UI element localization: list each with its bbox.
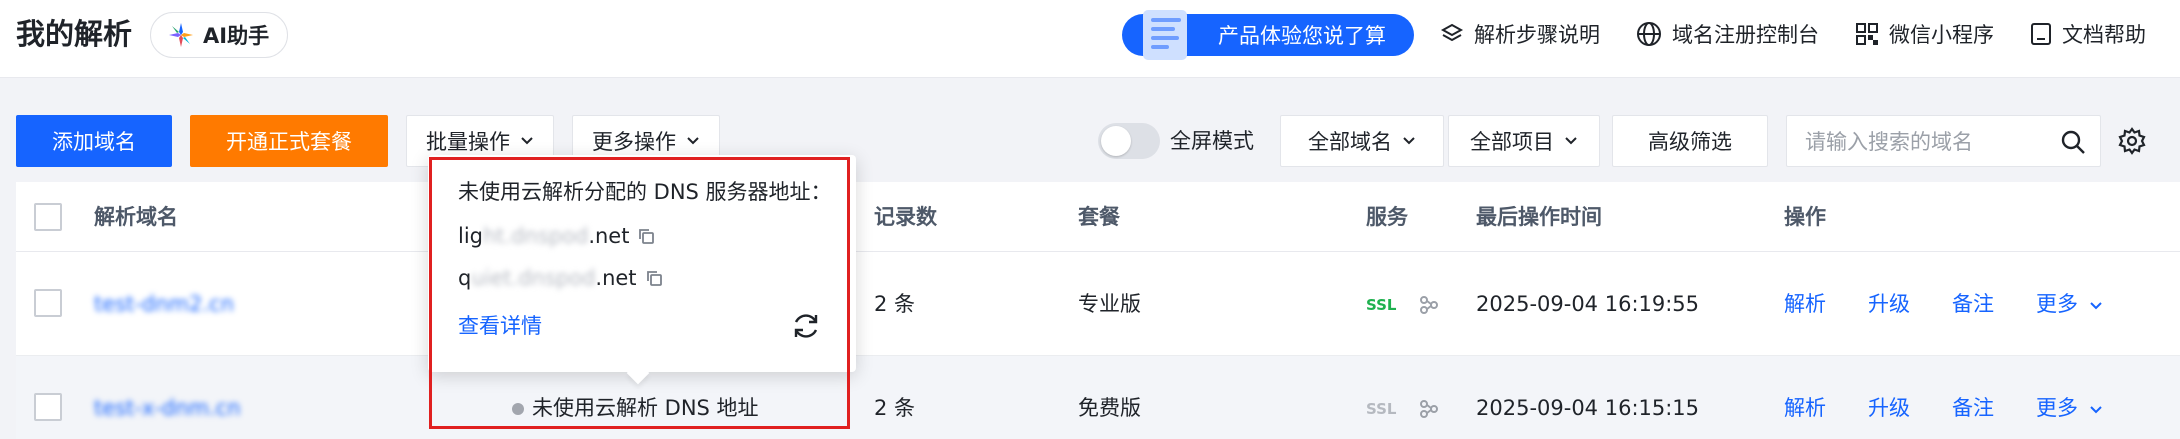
product-experience-button[interactable]: 产品体验您说了算 xyxy=(1122,10,1414,60)
search-icon[interactable] xyxy=(2060,129,2086,155)
chevron-down-icon xyxy=(2089,406,2102,414)
chevron-down-icon xyxy=(1565,137,1577,145)
row-checkbox[interactable] xyxy=(34,289,62,317)
nameserver-1: lig ht.dnspod .net xyxy=(458,221,655,251)
gear-icon[interactable] xyxy=(2117,126,2147,156)
wechat-miniprogram-link[interactable]: 微信小程序 xyxy=(1855,17,1994,51)
column-service: 服务 xyxy=(1366,205,1408,229)
advanced-filter-button[interactable]: 高级筛选 xyxy=(1612,115,1768,167)
domain-table: 解析域名 记录数 套餐 服务 最后操作时间 操作 test-dnm2.cn 2 … xyxy=(16,182,2180,439)
nameserver-1-prefix: lig xyxy=(458,224,483,248)
more-operations-label: 更多操作 xyxy=(592,130,676,154)
column-package: 套餐 xyxy=(1078,205,1120,229)
copy-icon[interactable] xyxy=(637,227,655,245)
table-row: test-x-dnm.cn 未使用云解析 DNS 地址 2 条 免费版 SSL … xyxy=(16,356,2180,439)
record-count: 2 条 xyxy=(874,396,916,420)
ssl-badge[interactable]: SSL xyxy=(1366,296,1397,314)
chevron-down-icon xyxy=(1403,137,1415,145)
all-domains-select[interactable]: 全部域名 xyxy=(1280,115,1444,167)
note-link[interactable]: 备注 xyxy=(1952,289,1994,319)
resolve-link[interactable]: 解析 xyxy=(1784,289,1826,319)
more-actions-label: 更多 xyxy=(2036,396,2078,420)
globe-icon xyxy=(1637,22,1661,46)
row-checkbox[interactable] xyxy=(34,393,62,421)
popover-title: 未使用云解析分配的 DNS 服务器地址： xyxy=(458,180,832,204)
chevron-down-icon xyxy=(2089,302,2102,310)
table-header: 解析域名 记录数 套餐 服务 最后操作时间 操作 xyxy=(16,182,2180,252)
domain-link[interactable]: test-dnm2.cn xyxy=(94,289,234,319)
fullscreen-toggle[interactable] xyxy=(1098,123,1160,159)
toggle-knob xyxy=(1101,126,1131,156)
open-package-button[interactable]: 开通正式套餐 xyxy=(190,115,388,167)
document-icon xyxy=(2031,23,2051,45)
all-projects-select[interactable]: 全部项目 xyxy=(1448,115,1600,167)
feedback-document-icon xyxy=(1143,10,1187,60)
dns-status: 未使用云解析 DNS 地址 xyxy=(512,393,759,423)
nameserver-1-suffix: .net xyxy=(588,224,630,248)
ai-sparkle-icon xyxy=(169,23,193,47)
domain-link[interactable]: test-x-dnm.cn xyxy=(94,393,241,423)
package-name: 免费版 xyxy=(1078,396,1141,420)
top-header: 我的解析 AI助手 产品体验您说了算 解析步骤说明 域名注册控制台 微信小程序 … xyxy=(0,0,2180,78)
column-last-time: 最后操作时间 xyxy=(1476,205,1602,229)
qrcode-icon xyxy=(1856,23,1878,45)
resolve-link[interactable]: 解析 xyxy=(1784,393,1826,423)
status-dot-icon xyxy=(512,403,524,415)
dns-steps-link[interactable]: 解析步骤说明 xyxy=(1440,17,1600,51)
fullscreen-label: 全屏模式 xyxy=(1170,129,1254,153)
package-name: 专业版 xyxy=(1078,292,1141,316)
view-details-link[interactable]: 查看详情 xyxy=(458,311,542,341)
ai-assistant-button[interactable]: AI助手 xyxy=(150,12,288,58)
nameserver-2-suffix: .net xyxy=(595,266,637,290)
column-records: 记录数 xyxy=(874,205,937,229)
layers-icon xyxy=(1440,23,1464,42)
refresh-icon[interactable] xyxy=(790,310,822,342)
table-row: test-dnm2.cn 2 条 专业版 SSL 2025-09-04 16:1… xyxy=(16,252,2180,356)
all-domains-label: 全部域名 xyxy=(1308,130,1392,154)
dns-server-popover: 未使用云解析分配的 DNS 服务器地址： lig ht.dnspod .net qu… xyxy=(428,155,856,372)
link-service-icon[interactable] xyxy=(1418,398,1440,420)
record-count: 2 条 xyxy=(874,292,916,316)
domain-console-link[interactable]: 域名注册控制台 xyxy=(1636,17,1819,51)
last-operation-time: 2025-09-04 16:15:15 xyxy=(1476,396,1700,420)
nameserver-2: q uiet.dnspod .net xyxy=(458,263,663,293)
nameserver-1-masked: ht.dnspod xyxy=(483,224,589,248)
batch-operation-label: 批量操作 xyxy=(426,130,510,154)
ai-assistant-label: AI助手 xyxy=(203,24,270,48)
column-domain: 解析域名 xyxy=(94,205,178,229)
link-service-icon[interactable] xyxy=(1418,294,1440,316)
column-actions: 操作 xyxy=(1784,205,1826,229)
wechat-miniprogram-label: 微信小程序 xyxy=(1889,23,1994,47)
add-domain-button[interactable]: 添加域名 xyxy=(16,115,172,167)
upgrade-link[interactable]: 升级 xyxy=(1868,289,1910,319)
more-actions-dropdown[interactable]: 更多 xyxy=(2036,289,2103,319)
dns-status-label: 未使用云解析 DNS 地址 xyxy=(532,396,759,420)
select-all-checkbox[interactable] xyxy=(34,203,62,231)
all-projects-label: 全部项目 xyxy=(1470,130,1554,154)
domain-search-box[interactable]: 请输入搜索的域名 xyxy=(1786,115,2101,167)
domain-console-label: 域名注册控制台 xyxy=(1672,23,1819,47)
more-actions-label: 更多 xyxy=(2036,292,2078,316)
ssl-badge[interactable]: SSL xyxy=(1366,400,1397,418)
product-experience-label: 产品体验您说了算 xyxy=(1218,24,1386,48)
docs-help-label: 文档帮助 xyxy=(2062,23,2146,47)
search-input[interactable]: 请输入搜索的域名 xyxy=(1805,128,1973,156)
nameserver-2-prefix: q xyxy=(458,266,472,290)
note-link[interactable]: 备注 xyxy=(1952,393,1994,423)
upgrade-link[interactable]: 升级 xyxy=(1868,393,1910,423)
last-operation-time: 2025-09-04 16:19:55 xyxy=(1476,292,1700,316)
chevron-down-icon xyxy=(521,137,533,145)
nameserver-2-masked: uiet.dnspod xyxy=(471,266,596,290)
copy-icon[interactable] xyxy=(645,269,663,287)
page-title: 我的解析 xyxy=(16,17,133,51)
more-actions-dropdown[interactable]: 更多 xyxy=(2036,393,2103,423)
chevron-down-icon xyxy=(687,137,699,145)
dns-steps-label: 解析步骤说明 xyxy=(1474,23,1600,47)
docs-help-link[interactable]: 文档帮助 xyxy=(2030,17,2146,51)
